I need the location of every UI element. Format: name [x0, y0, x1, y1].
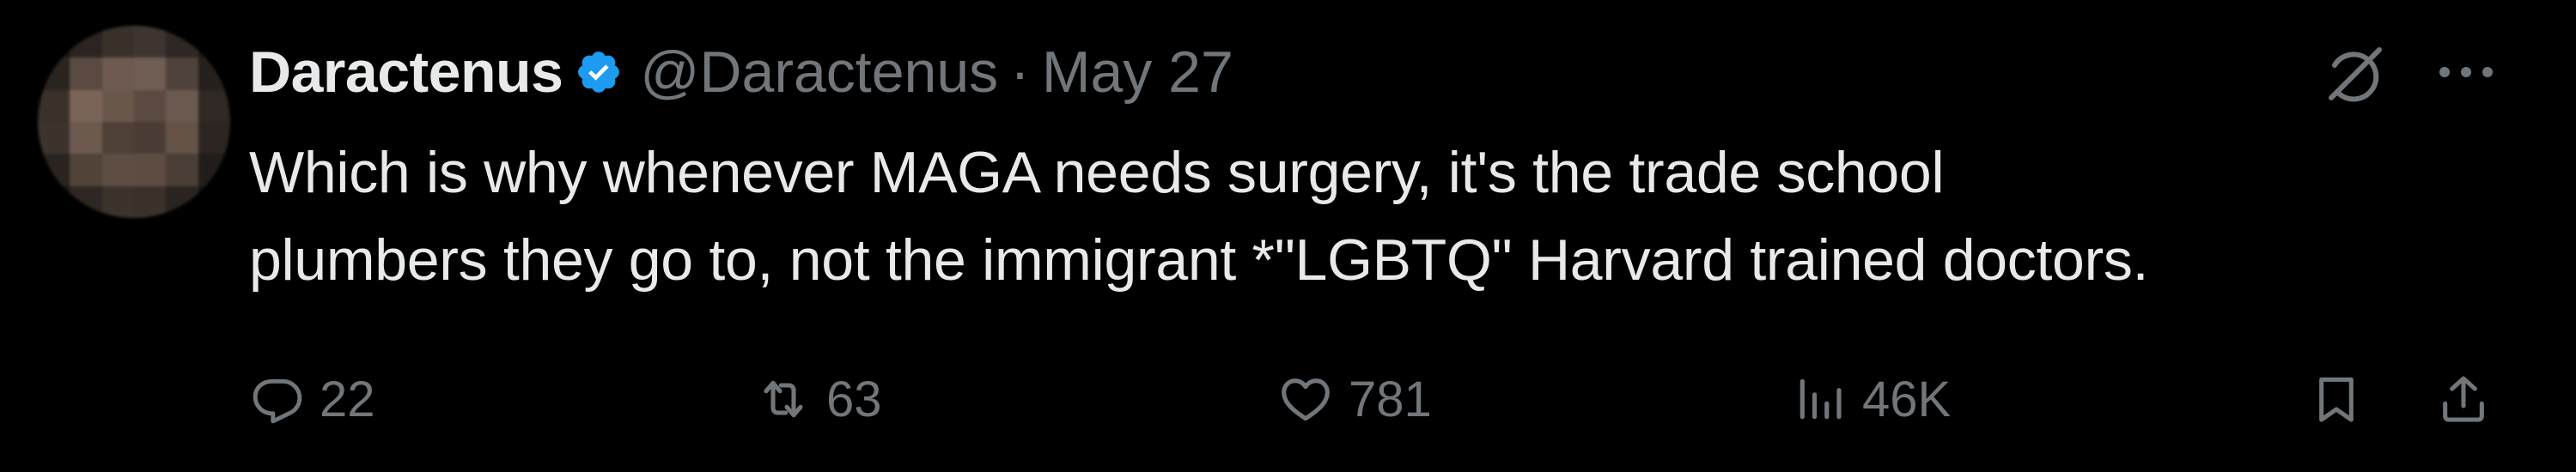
tweet-text: Which is why whenever MAGA needs surgery…	[249, 129, 2517, 304]
tweet: Daractenus @Daractenus · May 27 Which is…	[0, 0, 2576, 472]
separator-dot: ·	[1010, 39, 1030, 105]
share-button[interactable]	[2436, 360, 2491, 438]
reply-count: 22	[320, 371, 375, 427]
verified-badge-icon	[575, 48, 623, 96]
display-name[interactable]: Daractenus	[249, 39, 563, 106]
views-icon	[1800, 378, 1842, 420]
like-button[interactable]: 781	[1278, 360, 1432, 438]
avatar[interactable]	[38, 26, 230, 218]
tweet-text-line: plumbers they go to, not the immigrant *…	[249, 227, 2149, 293]
retweet-button[interactable]: 63	[756, 360, 882, 438]
reply-icon	[253, 378, 302, 424]
views-count: 46K	[1862, 371, 1952, 427]
more-icon[interactable]	[2431, 46, 2501, 98]
retweet-icon	[764, 380, 803, 418]
bookmark-button[interactable]	[2309, 360, 2364, 438]
reply-button[interactable]: 22	[251, 360, 375, 438]
tweet-date[interactable]: May 27	[1042, 39, 1233, 106]
share-icon	[2443, 376, 2484, 422]
tweet-text-line: Which is why whenever MAGA needs surgery…	[249, 140, 1945, 205]
retweet-count: 63	[826, 371, 882, 427]
like-count: 781	[1349, 371, 1432, 427]
action-bar: 22 63 781 46K	[0, 360, 2576, 438]
heart-icon	[1282, 378, 1330, 421]
grok-icon[interactable]	[2319, 39, 2388, 108]
views-button[interactable]: 46K	[1793, 360, 1951, 438]
user-handle[interactable]: @Daractenus	[640, 39, 998, 106]
tweet-header: Daractenus @Daractenus · May 27	[249, 33, 1233, 112]
bookmark-icon	[2319, 377, 2354, 422]
